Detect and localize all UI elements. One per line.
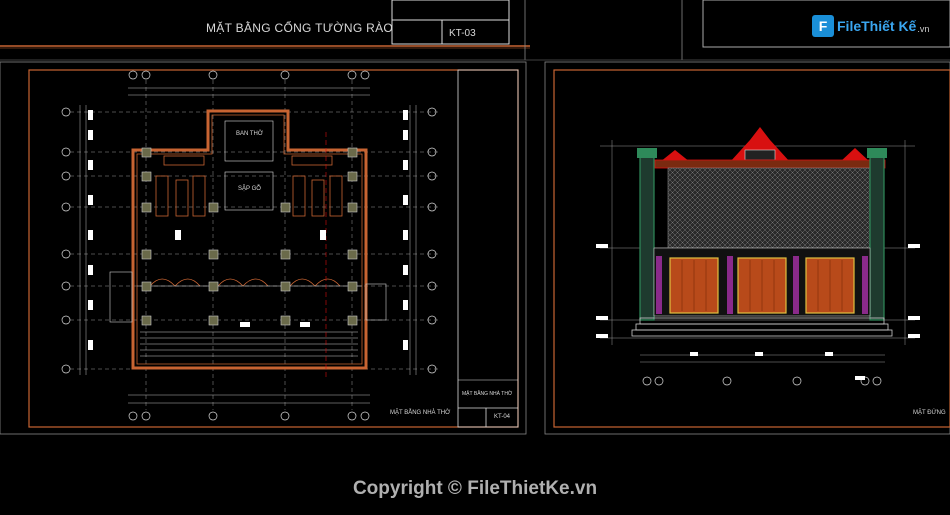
plan-sheet-frame — [0, 61, 527, 435]
plan-title-block-label: MẶT BẰNG NHÀ THỜ — [462, 391, 513, 397]
plan-sheet-title: MẶT BẰNG NHÀ THỜ — [390, 410, 451, 416]
top-sheet-title: MẶT BẰNG CỔNG TƯỜNG RÀO — [206, 21, 394, 35]
top-sheet-code: KT-03 — [449, 28, 476, 39]
site-logo[interactable]: F FileThiết Kế .vn — [812, 13, 929, 39]
elevation-sheet-title: MẶT ĐỨNG — [913, 410, 946, 416]
room-label-altar: BAN THỜ — [236, 131, 264, 137]
cad-drawing-canvas — [0, 0, 950, 435]
logo-text: FileThiết Kế — [837, 18, 917, 34]
plan-sheet-code: KT-04 — [494, 414, 511, 420]
front-elevation — [596, 127, 920, 386]
logo-mark-icon: F — [812, 15, 834, 37]
floor-plan — [61, 70, 440, 421]
plan-dimension-ticks — [88, 110, 408, 350]
logo-suffix: .vn — [917, 23, 930, 34]
copyright-watermark: Copyright © FileThietKe.vn — [352, 478, 598, 499]
room-label-bench: SẬP GỖ — [238, 186, 261, 192]
